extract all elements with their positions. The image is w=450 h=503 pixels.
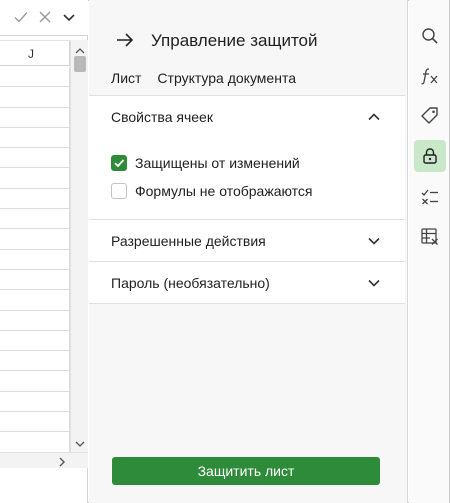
grid-row[interactable] (0, 188, 70, 210)
grid-row[interactable] (0, 412, 70, 433)
grid-row[interactable] (0, 432, 70, 453)
panel-header: Управление защитой Лист Структура докуме… (89, 0, 408, 98)
grid-row[interactable] (0, 351, 70, 372)
scroll-up-icon[interactable] (75, 43, 85, 54)
section-title: Разрешенные действия (111, 233, 266, 249)
right-toolbar (409, 0, 449, 503)
grid-row[interactable] (0, 290, 70, 311)
section-header-cell-properties[interactable]: Свойства ячеек (89, 96, 405, 137)
search-icon[interactable] (414, 20, 446, 52)
lock-icon[interactable] (414, 140, 446, 172)
grid-row[interactable] (0, 229, 70, 250)
checklist-icon[interactable] (414, 181, 446, 213)
panel-tabs: Лист Структура документа (111, 70, 296, 98)
grid-row[interactable] (0, 209, 70, 230)
section-header-password[interactable]: Пароль (необязательно) (89, 262, 405, 303)
formula-bar (0, 0, 88, 36)
cell-grid[interactable] (0, 67, 70, 453)
protect-sheet-button[interactable]: Защитить лист (112, 457, 380, 485)
grid-row[interactable] (0, 67, 70, 88)
spreadsheet-area: J (0, 0, 88, 503)
option-label: Формулы не отображаются (135, 183, 313, 199)
option-locked[interactable]: Защищены от изменений (111, 149, 405, 177)
horizontal-scrollbar[interactable] (0, 452, 88, 468)
panel-sections: Свойства ячеек Защищены от изменений Фор… (89, 95, 405, 304)
section-body: Защищены от изменений Формулы не отображ… (89, 137, 405, 219)
scroll-down-icon[interactable] (75, 436, 85, 447)
checkbox-checked[interactable] (111, 155, 127, 171)
grid-row[interactable] (0, 310, 70, 331)
checkbox-unchecked[interactable] (111, 183, 127, 199)
grid-row[interactable] (0, 391, 70, 413)
grid-row[interactable] (0, 107, 70, 128)
grid-row[interactable] (0, 269, 70, 291)
scroll-right-icon[interactable] (56, 455, 68, 467)
section-title: Пароль (необязательно) (111, 275, 270, 291)
section-cell-properties: Свойства ячеек Защищены от изменений Фор… (89, 95, 405, 220)
chevron-down-icon[interactable] (60, 8, 78, 26)
chevron-down-icon[interactable] (367, 276, 381, 290)
option-label: Защищены от изменений (135, 155, 300, 171)
tag-icon[interactable] (414, 100, 446, 132)
tab-document-structure[interactable]: Структура документа (157, 70, 296, 94)
grid-row[interactable] (0, 127, 70, 149)
chevron-down-icon[interactable] (367, 234, 381, 248)
grid-row[interactable] (0, 148, 70, 169)
section-title: Свойства ячеек (111, 109, 213, 125)
panel-title: Управление защитой (151, 31, 318, 50)
column-label: J (28, 47, 34, 61)
check-icon[interactable] (12, 8, 30, 26)
grid-row[interactable] (0, 330, 70, 352)
section-password: Пароль (необязательно) (89, 262, 405, 304)
grid-row[interactable] (0, 87, 70, 108)
grid-row[interactable] (0, 249, 70, 270)
column-header[interactable]: J (0, 40, 70, 66)
scrollbar-thumb[interactable] (74, 56, 86, 72)
grid-row[interactable] (0, 168, 70, 189)
tab-sheet[interactable]: Лист (111, 70, 142, 98)
protection-panel: Управление защитой Лист Структура докуме… (89, 0, 408, 503)
table-icon[interactable] (414, 221, 446, 253)
arrow-right-icon[interactable] (115, 30, 135, 50)
grid-row[interactable] (0, 371, 70, 392)
section-header-allowed-actions[interactable]: Разрешенные действия (89, 220, 405, 261)
vertical-scrollbar[interactable] (70, 40, 88, 452)
close-icon[interactable] (36, 8, 54, 26)
option-hide-formulas[interactable]: Формулы не отображаются (111, 177, 405, 205)
column-header-cell (0, 41, 70, 66)
section-allowed-actions: Разрешенные действия (89, 220, 405, 262)
chevron-up-icon[interactable] (367, 110, 381, 124)
function-icon[interactable] (414, 60, 446, 92)
